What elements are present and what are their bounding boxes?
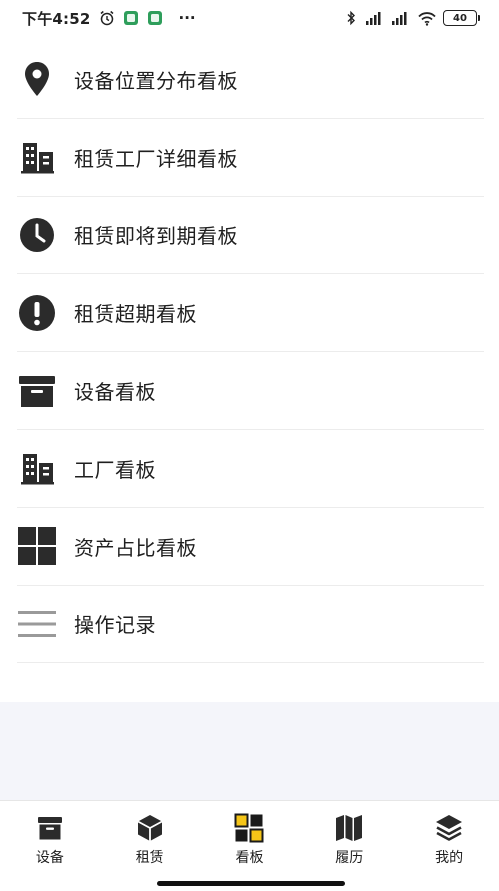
tab-dashboard[interactable]: 看板 <box>200 801 300 891</box>
status-left: 下午4:52 ··· <box>22 8 196 29</box>
buildings-icon <box>17 137 57 177</box>
menu-item-label: 租赁超期看板 <box>74 302 197 327</box>
menu-item-rental-expiring[interactable]: 租赁即将到期看板 <box>17 197 484 275</box>
battery-level: 40 <box>453 12 467 24</box>
menu-item-device-dashboard[interactable]: 设备看板 <box>17 352 484 430</box>
clock-icon <box>17 215 57 255</box>
status-more: ··· <box>178 9 196 27</box>
menu-item-asset-share[interactable]: 资产占比看板 <box>17 508 484 586</box>
menu-item-device-location[interactable]: 设备位置分布看板 <box>17 41 484 119</box>
cube-icon <box>137 815 163 841</box>
alarm-clock-icon <box>100 10 114 26</box>
menu-item-label: 操作记录 <box>74 613 156 638</box>
menu-item-label: 资产占比看板 <box>74 535 197 560</box>
status-time: 下午4:52 <box>22 9 91 28</box>
status-bar: 下午4:52 ··· 40 <box>0 0 499 36</box>
dashboard-grid-icon <box>234 813 264 843</box>
status-right: 40 <box>343 10 480 26</box>
tab-label: 我的 <box>435 850 464 866</box>
location-pin-icon <box>17 59 57 99</box>
dashboard-menu: 设备位置分布看板 租赁工厂详细看板 租赁即将到期看板 租赁超期看板 设备看板 工… <box>0 41 499 664</box>
tab-label: 看板 <box>235 850 264 866</box>
app-notification-icon <box>123 11 138 25</box>
tab-device[interactable]: 设备 <box>0 801 100 891</box>
app-notification-icon <box>147 11 162 25</box>
menu-item-rental-factory-detail[interactable]: 租赁工厂详细看板 <box>17 119 484 197</box>
home-indicator[interactable] <box>157 881 345 886</box>
list-lines-icon <box>17 604 57 644</box>
signal-icon <box>366 12 381 25</box>
bluetooth-icon <box>347 10 355 26</box>
tab-rental[interactable]: 租赁 <box>100 801 200 891</box>
wifi-icon <box>418 11 436 26</box>
archive-box-icon <box>37 817 62 840</box>
battery-indicator: 40 <box>443 10 480 26</box>
menu-item-label: 租赁工厂详细看板 <box>74 146 238 171</box>
exclamation-icon <box>17 293 57 333</box>
menu-item-label: 设备看板 <box>74 380 156 405</box>
menu-item-operation-log[interactable]: 操作记录 <box>17 586 484 664</box>
menu-item-rental-overdue[interactable]: 租赁超期看板 <box>17 274 484 353</box>
empty-area <box>0 702 499 800</box>
tab-mine[interactable]: 我的 <box>399 801 499 891</box>
signal-hd-icon <box>392 12 407 25</box>
menu-item-factory-dashboard[interactable]: 工厂看板 <box>17 430 484 508</box>
buildings-icon <box>17 448 57 488</box>
layers-icon <box>436 815 463 841</box>
tab-label: 设备 <box>35 850 64 866</box>
bottom-tab-bar: 设备 租赁 看板 履历 我的 <box>0 800 499 891</box>
menu-item-label: 工厂看板 <box>74 457 156 482</box>
menu-item-label: 租赁即将到期看板 <box>74 224 238 249</box>
map-icon <box>336 815 363 841</box>
tab-history[interactable]: 履历 <box>299 801 399 891</box>
tab-label: 租赁 <box>135 850 164 866</box>
grid-icon <box>17 526 57 566</box>
tab-label: 履历 <box>335 850 364 866</box>
menu-item-label: 设备位置分布看板 <box>74 68 238 93</box>
archive-box-icon <box>17 371 57 411</box>
